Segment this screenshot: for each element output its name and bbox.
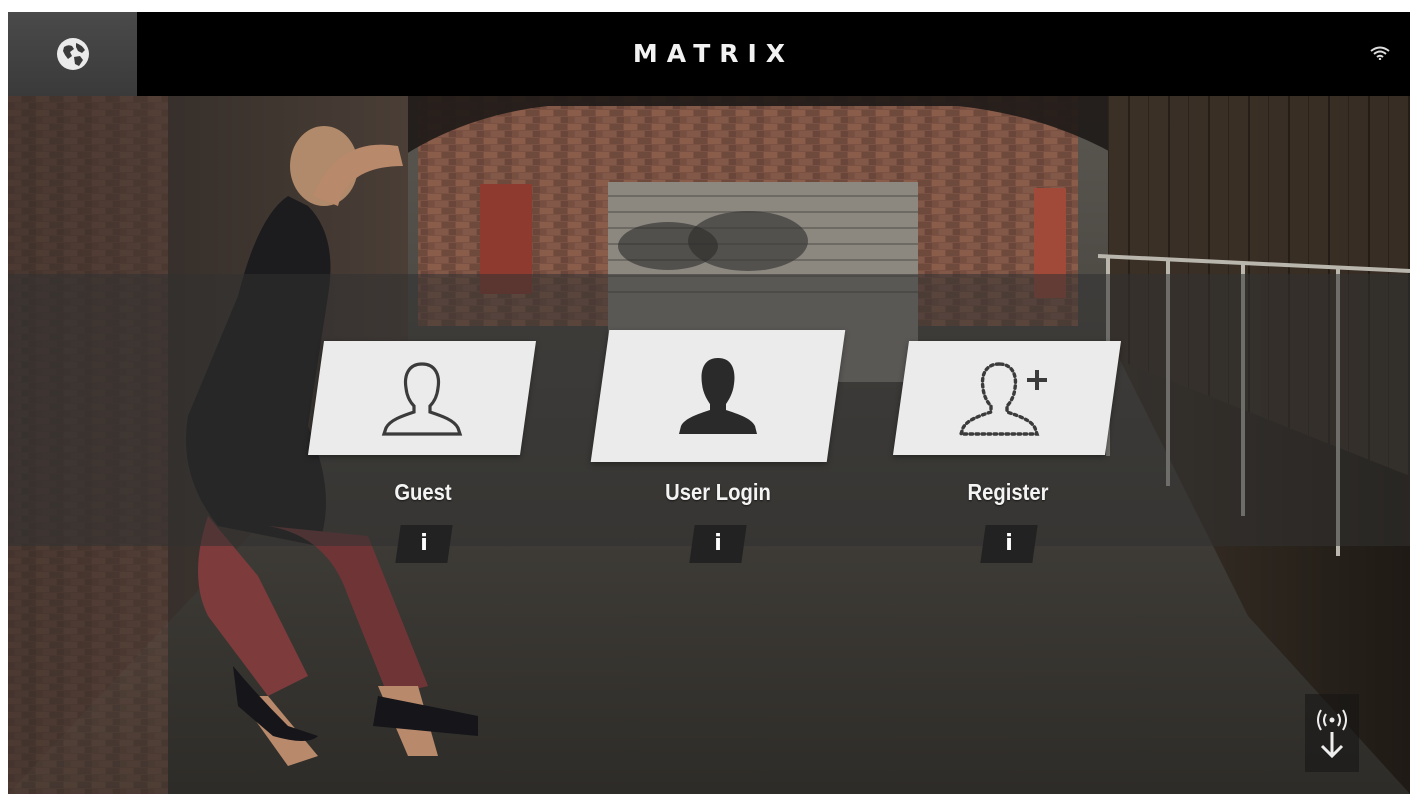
user-login-label: User Login	[665, 479, 771, 505]
matrix-logo: MATRIX	[632, 39, 795, 68]
register-label: Register	[967, 479, 1049, 505]
login-screen: MATRIX Guest i User Login i Register i	[8, 12, 1410, 794]
user-login-option[interactable]: User Login i	[588, 330, 848, 570]
info-icon: i	[420, 531, 428, 556]
top-bar: MATRIX	[8, 12, 1410, 96]
wireless-download-button[interactable]	[1305, 694, 1359, 772]
wireless-download-icon	[1317, 709, 1347, 759]
guest-label: Guest	[394, 479, 452, 505]
user-add-icon	[958, 362, 1047, 436]
user-login-info-button[interactable]: i	[689, 525, 747, 563]
user-outline-icon	[381, 362, 463, 436]
info-icon: i	[714, 531, 722, 556]
info-icon: i	[1005, 531, 1013, 556]
guest-info-button[interactable]: i	[395, 525, 453, 563]
user-login-card[interactable]	[590, 330, 846, 462]
register-option[interactable]: Register i	[892, 341, 1123, 571]
wifi-icon	[1370, 46, 1390, 60]
guest-card[interactable]	[307, 341, 537, 455]
register-info-button[interactable]: i	[980, 525, 1038, 563]
register-card[interactable]	[892, 341, 1122, 455]
user-solid-icon	[679, 358, 757, 434]
guest-option[interactable]: Guest i	[307, 341, 538, 571]
